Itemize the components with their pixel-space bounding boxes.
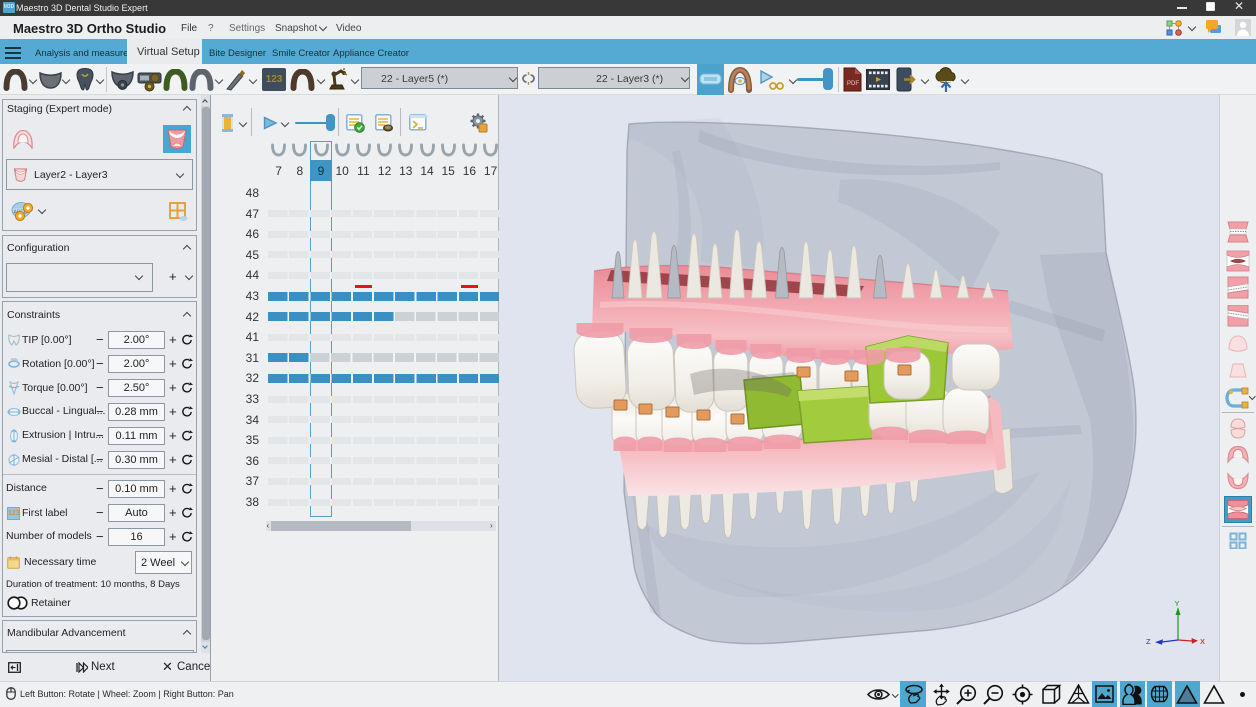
svg-text:PDF: PDF [847,81,859,87]
svg-text:X: X [1200,637,1205,646]
svg-text:Z: Z [1146,637,1151,646]
svg-text:Y: Y [1175,599,1180,608]
